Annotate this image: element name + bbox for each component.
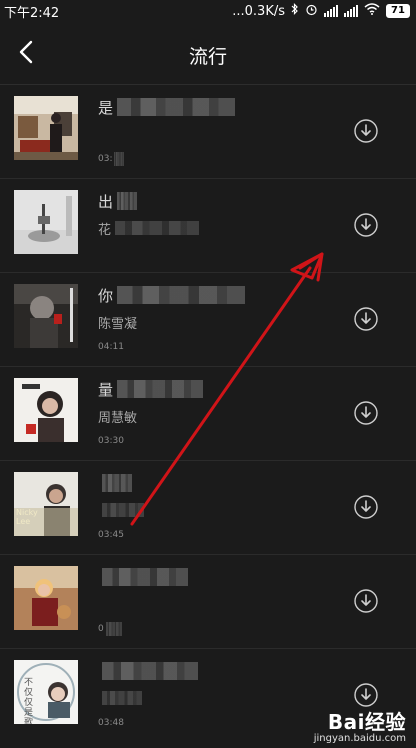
blurred-text [102, 474, 132, 492]
song-list: 是 03: 出 花 你 陈雪凝 04:11 量 周慧敏 03:30 Nicky … [0, 85, 416, 742]
status-icons: ...0.3K/s 71 [232, 2, 416, 20]
song-duration: 03:48 [98, 718, 124, 728]
blurred-text [117, 380, 204, 398]
watermark-url: jingyan.baidu.com [313, 733, 406, 744]
song-row[interactable]: 0 [0, 555, 416, 649]
network-speed: ...0.3K/s [232, 3, 285, 19]
blurred-text [117, 98, 236, 116]
status-time: 下午2:42 [4, 5, 60, 21]
nav-bar: 流行 [0, 22, 416, 85]
baidu-watermark: Bai经验 jingyan.baidu.com [314, 706, 406, 744]
cover-text: 不仅仅是歌 [24, 678, 34, 724]
download-button[interactable] [354, 495, 378, 519]
cover-text: Nicky Lee [16, 508, 38, 526]
album-cover [14, 378, 78, 442]
song-info: 你 陈雪凝 04:11 [98, 283, 338, 355]
blurred-text [114, 152, 125, 166]
album-cover: 不仅仅是歌 [14, 660, 78, 724]
song-info: 出 花 [98, 189, 338, 261]
song-duration: 04:11 [98, 342, 124, 352]
song-artist: 花 [98, 222, 112, 238]
download-circle-icon [354, 589, 378, 613]
download-button[interactable] [354, 213, 378, 237]
song-title: 是 [98, 98, 114, 117]
download-button[interactable] [354, 401, 378, 425]
blurred-text [102, 503, 144, 517]
album-cover [14, 566, 78, 630]
song-row[interactable]: 出 花 [0, 179, 416, 273]
wifi-icon [364, 3, 380, 19]
alarm-icon [305, 3, 318, 20]
song-info: 03:48 [98, 659, 338, 731]
download-button[interactable] [354, 589, 378, 613]
download-button[interactable] [354, 307, 378, 331]
signal-icon [324, 5, 338, 17]
song-title: 出 [98, 192, 114, 211]
battery-indicator: 71 [386, 4, 410, 18]
download-circle-icon [354, 401, 378, 425]
blurred-text [105, 622, 122, 636]
song-row[interactable]: 你 陈雪凝 04:11 [0, 273, 416, 367]
watermark-logo: Bai经验 [327, 710, 406, 734]
blurred-text [102, 691, 142, 705]
song-info: 是 03: [98, 95, 338, 167]
album-cover [14, 284, 78, 348]
download-circle-icon [354, 119, 378, 143]
download-circle-icon [354, 683, 378, 707]
song-artist: 陈雪凝 [98, 316, 138, 332]
song-duration: 03:30 [98, 436, 124, 446]
blurred-text [117, 286, 246, 304]
song-artist: 周慧敏 [98, 410, 138, 426]
page-title: 流行 [188, 46, 227, 68]
download-circle-icon [354, 307, 378, 331]
song-row[interactable]: 量 周慧敏 03:30 [0, 367, 416, 461]
blurred-text [117, 192, 138, 210]
download-circle-icon [354, 495, 378, 519]
song-duration: 0 [98, 624, 104, 634]
status-bar: 下午2:42 ...0.3K/s 71 [0, 0, 416, 22]
download-button[interactable] [354, 119, 378, 143]
song-title: 你 [98, 286, 114, 305]
download-circle-icon [354, 213, 378, 237]
song-info: 03:45 [98, 471, 338, 543]
blurred-text [102, 662, 198, 680]
blurred-text [115, 221, 200, 235]
album-cover: Nicky Lee [14, 472, 78, 536]
album-cover [14, 96, 78, 160]
song-title: 量 [98, 380, 114, 399]
song-info: 量 周慧敏 03:30 [98, 377, 338, 449]
song-row[interactable]: 是 03: [0, 85, 416, 179]
song-duration: 03:45 [98, 530, 124, 540]
song-duration: 03: [98, 154, 113, 164]
album-cover [14, 190, 78, 254]
signal-icon-2 [344, 5, 358, 17]
blurred-text [102, 568, 188, 586]
song-info: 0 [98, 565, 338, 637]
bluetooth-icon [291, 2, 299, 20]
download-button[interactable] [354, 683, 378, 707]
song-row[interactable]: Nicky Lee 03:45 [0, 461, 416, 555]
